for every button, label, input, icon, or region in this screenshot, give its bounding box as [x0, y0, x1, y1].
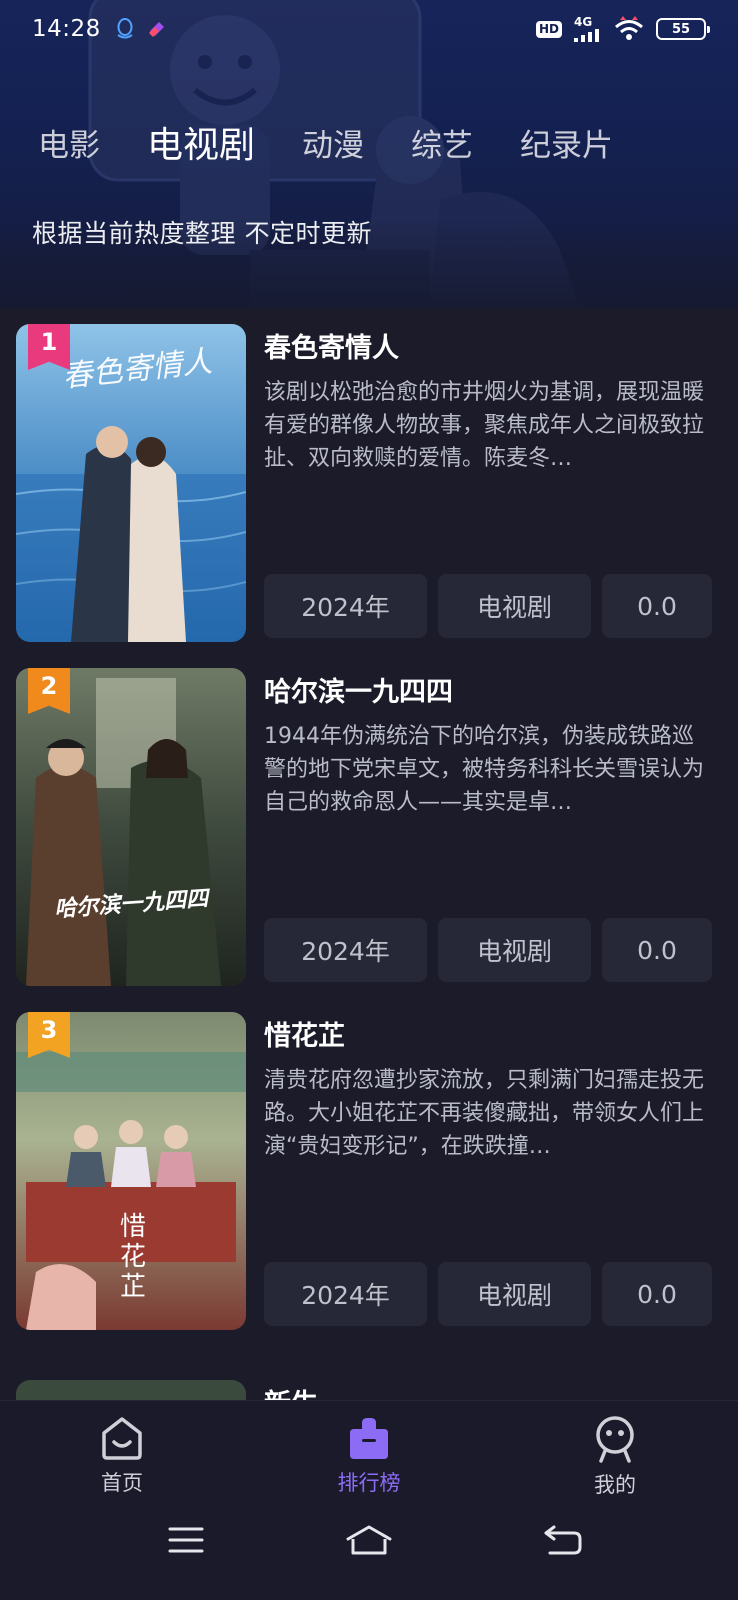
back-icon[interactable] — [544, 1525, 582, 1555]
nav-ranking[interactable]: 排行榜 — [299, 1415, 439, 1497]
ranking-icon — [350, 1418, 388, 1459]
nav-profile[interactable]: 我的 — [545, 1415, 685, 1499]
item-title[interactable]: 惜花芷 — [264, 1014, 345, 1053]
item-title[interactable]: 新生 — [264, 1382, 318, 1400]
poster-image[interactable]: 2 哈尔滨一九四四 — [16, 668, 246, 986]
profile-icon — [596, 1416, 634, 1463]
ranking-list[interactable]: 1 春色寄情人 春色寄情人 该剧以松弛治愈的市井烟火为基调，展现温暖有爱的群像人… — [0, 308, 738, 1400]
poster-image[interactable] — [16, 1380, 246, 1400]
app-notification-icon — [148, 22, 164, 37]
system-navigation-bar — [0, 1511, 738, 1581]
score-chip[interactable]: 0.0 — [602, 1262, 712, 1326]
score-chip[interactable]: 0.0 — [602, 574, 712, 638]
bottom-navigation: 首页 排行榜 我的 — [0, 1400, 738, 1600]
tab-tv-series[interactable]: 电视剧 — [147, 124, 255, 168]
item-description: 1944年伪满统治下的哈尔滨，伪装成铁路巡警的地下党宋卓文，被特务科科长关雪误认… — [264, 724, 705, 815]
nav-home[interactable]: 首页 — [52, 1415, 192, 1497]
home-icon — [102, 1417, 142, 1460]
ranking-subtitle: 根据当前热度整理 不定时更新 — [32, 219, 372, 248]
year-chip[interactable]: 2024年 — [264, 918, 427, 982]
tab-documentary[interactable]: 纪录片 — [520, 124, 613, 168]
battery-level: 55 — [671, 21, 691, 37]
poster-image[interactable]: 3 惜花芷 — [16, 1012, 246, 1330]
type-chip[interactable]: 电视剧 — [438, 918, 591, 982]
signal-icon: 4G — [574, 16, 602, 42]
score-chip[interactable]: 0.0 — [602, 918, 712, 982]
qq-icon — [117, 18, 133, 39]
item-title[interactable]: 春色寄情人 — [264, 326, 399, 365]
status-time: 14:28 — [32, 16, 101, 42]
year-chip[interactable]: 2024年 — [264, 574, 427, 638]
tab-movie[interactable]: 电影 — [38, 124, 100, 168]
list-item[interactable]: 3 惜花芷 惜花芷 清贵花府忽遭抄家流放，只剩满门妇孺走投无路。大小姐花芷不再装… — [16, 1012, 722, 1332]
hd-badge: HD — [535, 20, 562, 38]
status-bar: 14:28 HD 4G 55 — [0, 0, 738, 58]
menu-icon[interactable] — [168, 1525, 204, 1555]
list-item[interactable]: 2 哈尔滨一九四四 哈尔滨一九四四 1944年伪满统治下的哈尔滨，伪装成铁路巡警… — [16, 668, 722, 988]
list-item[interactable]: 新生 — [16, 1380, 722, 1400]
type-chip[interactable]: 电视剧 — [438, 574, 591, 638]
battery-icon: 55 — [656, 18, 710, 40]
list-item[interactable]: 1 春色寄情人 春色寄情人 该剧以松弛治愈的市井烟火为基调，展现温暖有爱的群像人… — [16, 324, 722, 644]
header: 14:28 HD 4G 55 电影 电视剧 动漫 综艺 纪录片 根据当前热度整理… — [0, 0, 738, 308]
item-description: 清贵花府忽遭抄家流放，只剩满门妇孺走投无路。大小姐花芷不再装傻藏拙，带领女人们上… — [264, 1068, 705, 1159]
tab-variety[interactable]: 综艺 — [411, 124, 473, 168]
tab-anime[interactable]: 动漫 — [302, 124, 364, 168]
type-chip[interactable]: 电视剧 — [438, 1262, 591, 1326]
poster-title-text: 惜花芷 — [120, 1212, 147, 1302]
year-chip[interactable]: 2024年 — [264, 1262, 427, 1326]
system-home-icon[interactable] — [345, 1525, 393, 1557]
item-title[interactable]: 哈尔滨一九四四 — [264, 670, 453, 709]
poster-image[interactable]: 1 春色寄情人 — [16, 324, 246, 642]
item-description: 该剧以松弛治愈的市井烟火为基调，展现温暖有爱的群像人物故事，聚焦成年人之间极致拉… — [264, 380, 705, 471]
category-tabs: 电影 电视剧 动漫 综艺 纪录片 — [38, 124, 613, 168]
wifi-icon — [615, 16, 643, 40]
